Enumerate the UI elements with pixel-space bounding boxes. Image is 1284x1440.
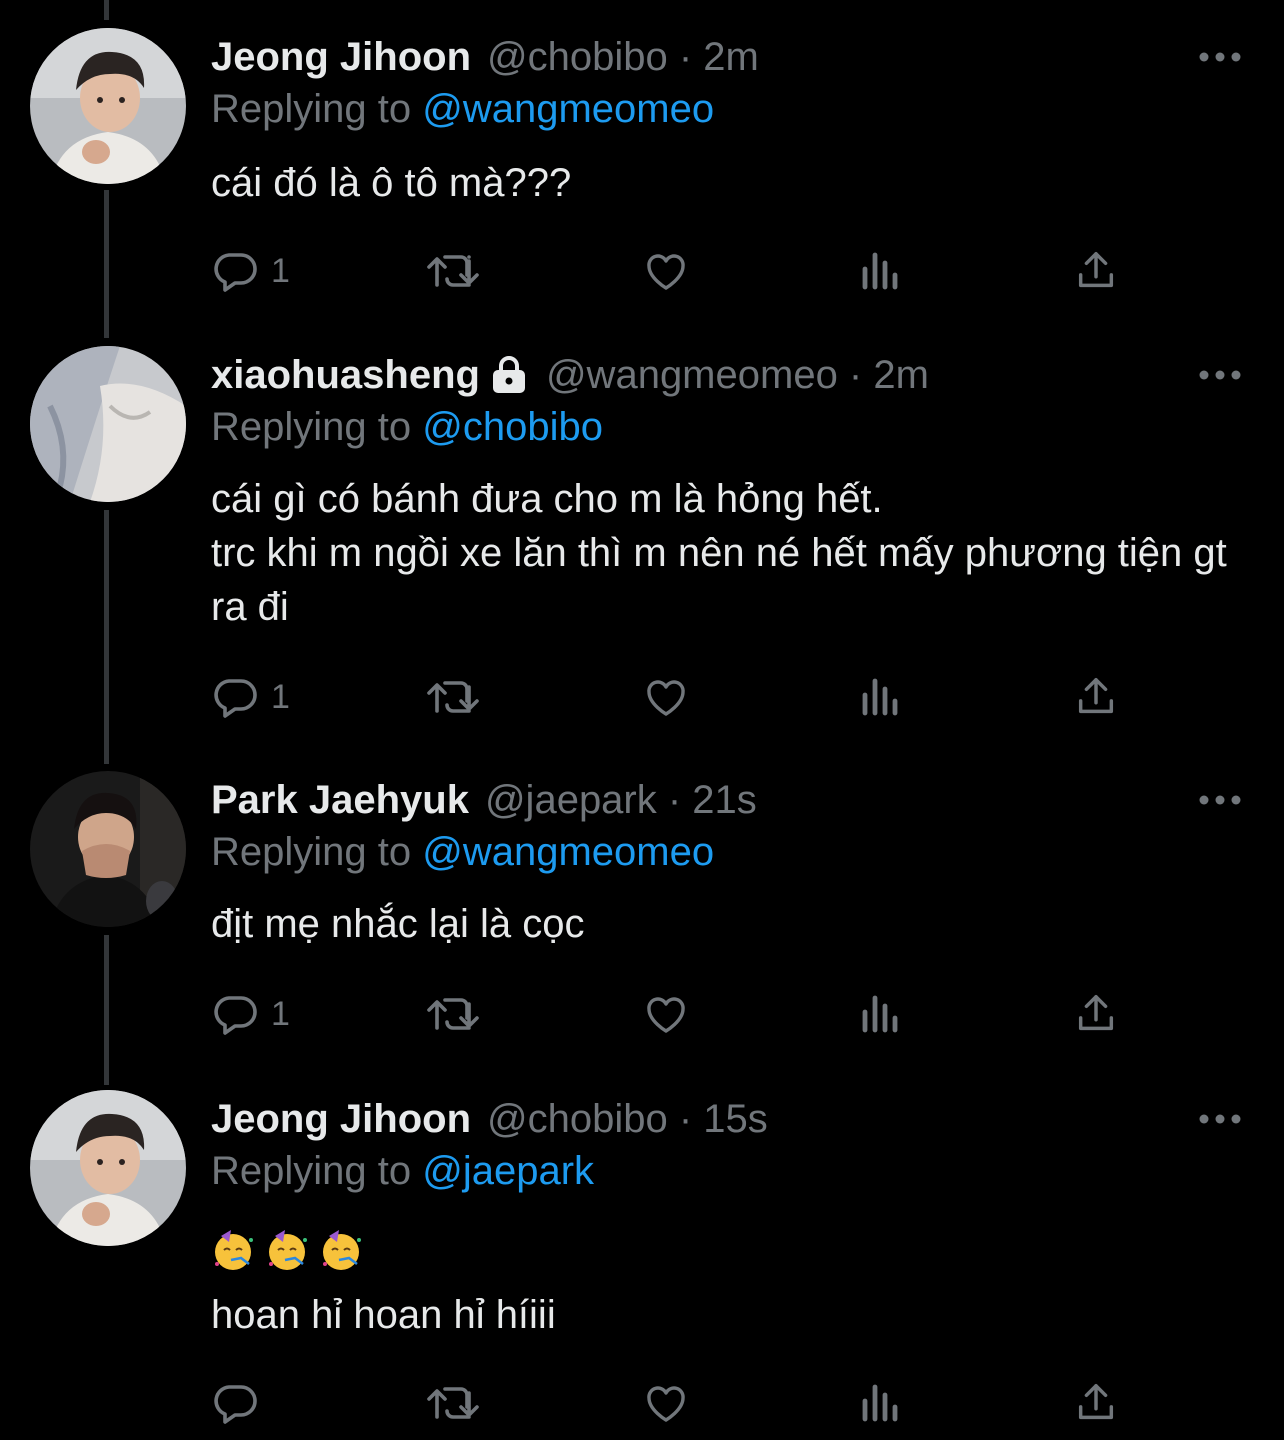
reply-button[interactable]: 1: [211, 989, 290, 1039]
views-button[interactable]: [859, 672, 903, 722]
tweet-text: địt mẹ nhắc lại là cọc: [211, 902, 585, 946]
retweet-button[interactable]: [425, 672, 481, 722]
share-icon: [1078, 252, 1114, 288]
reply-button[interactable]: 1: [211, 672, 290, 722]
tweet-header: Park Jaehyuk @jaepark · 21s: [211, 777, 757, 823]
share-button[interactable]: [1073, 989, 1119, 1039]
retweet-icon: [427, 1387, 479, 1419]
views-icon: [862, 678, 898, 716]
retweet-button[interactable]: [425, 1378, 481, 1428]
like-icon: [647, 997, 685, 1033]
avatar-image: [30, 346, 186, 502]
tweet[interactable]: xiaohuasheng @wangmeomeo · 2m Replying t…: [0, 346, 1284, 746]
handle-and-time[interactable]: @jaepark · 21s: [485, 777, 757, 823]
share-button[interactable]: [1073, 246, 1119, 296]
avatar[interactable]: [30, 1090, 186, 1246]
avatar[interactable]: [30, 771, 186, 927]
share-icon: [1078, 1384, 1114, 1420]
share-button[interactable]: [1073, 672, 1119, 722]
reply-count: 1: [271, 994, 290, 1033]
share-icon: [1078, 678, 1114, 714]
tweet-actions: 1: [211, 989, 1131, 1039]
replying-to-label: Replying to: [211, 405, 423, 449]
tweet[interactable]: Jeong Jihoon @chobibo · 15s Replying to …: [0, 1090, 1284, 1440]
reply-icon: [214, 996, 257, 1035]
reply-icon: [214, 1385, 257, 1424]
retweet-button[interactable]: [425, 989, 481, 1039]
display-name[interactable]: Park Jaehyuk: [211, 777, 469, 823]
partying-face-emoji: [323, 1230, 361, 1270]
reply-button[interactable]: [211, 1378, 271, 1428]
tweet-actions: [211, 1378, 1131, 1428]
reply-button[interactable]: 1: [211, 246, 290, 296]
tweet[interactable]: Jeong Jihoon @chobibo · 2m Replying to @…: [0, 28, 1284, 328]
like-icon: [647, 254, 685, 290]
views-button[interactable]: [859, 1378, 903, 1428]
partying-face-emoji: [215, 1230, 253, 1270]
reply-icon: [214, 253, 257, 292]
views-button[interactable]: [859, 989, 903, 1039]
like-button[interactable]: [641, 672, 691, 722]
avatar[interactable]: [30, 346, 186, 502]
tweet-actions: 1: [211, 246, 1131, 296]
display-name[interactable]: Jeong Jihoon: [211, 1096, 471, 1142]
replying-to-label: Replying to: [211, 87, 423, 131]
more-icon[interactable]: [1196, 360, 1244, 390]
tweet-header: Jeong Jihoon @chobibo · 15s: [211, 1096, 768, 1142]
tweet-text: cái gì có bánh đưa cho m là hỏng hết. tr…: [211, 477, 1227, 629]
replying-to-mention[interactable]: @chobibo: [422, 405, 603, 449]
thread-line: [104, 0, 109, 20]
tweet-header: Jeong Jihoon @chobibo · 2m: [211, 34, 759, 80]
like-button[interactable]: [641, 1378, 691, 1428]
tweet-text: cái đó là ô tô mà???: [211, 161, 572, 205]
share-icon: [1078, 995, 1114, 1031]
like-button[interactable]: [641, 989, 691, 1039]
reply-count: 1: [271, 677, 290, 716]
share-button[interactable]: [1073, 1378, 1119, 1428]
display-name[interactable]: Jeong Jihoon: [211, 34, 471, 80]
replying-to-label: Replying to: [211, 830, 423, 874]
views-icon: [862, 1384, 898, 1422]
handle-and-time[interactable]: @chobibo · 2m: [487, 34, 759, 80]
like-icon: [647, 1386, 685, 1422]
replying-to: Replying to @wangmeomeo: [211, 86, 714, 132]
retweet-icon: [427, 681, 479, 713]
retweet-button[interactable]: [425, 246, 481, 296]
reply-icon: [214, 679, 257, 718]
partying-face-emoji: [269, 1230, 307, 1270]
avatar-image: [30, 771, 186, 927]
replying-to-mention[interactable]: @wangmeomeo: [422, 830, 714, 874]
reply-count: 1: [271, 251, 290, 290]
replying-to: Replying to @wangmeomeo: [211, 829, 714, 875]
more-icon[interactable]: [1196, 785, 1244, 815]
lock-icon: [492, 356, 525, 393]
emoji-row: [211, 1228, 363, 1272]
tweet-actions: 1: [211, 672, 1131, 722]
views-button[interactable]: [859, 246, 903, 296]
avatar[interactable]: [30, 28, 186, 184]
replying-to-mention[interactable]: @wangmeomeo: [422, 87, 714, 131]
more-icon[interactable]: [1196, 42, 1244, 72]
handle-and-time[interactable]: @wangmeomeo · 2m: [546, 352, 929, 398]
avatar-image: [30, 28, 186, 184]
tweet[interactable]: Park Jaehyuk @jaepark · 21s Replying to …: [0, 771, 1284, 1071]
tweet-header: xiaohuasheng @wangmeomeo · 2m: [211, 352, 929, 398]
replying-to-label: Replying to: [211, 1149, 423, 1193]
views-icon: [862, 995, 898, 1033]
views-icon: [862, 252, 898, 290]
retweet-icon: [427, 998, 479, 1030]
avatar-image: [30, 1090, 186, 1246]
like-icon: [647, 680, 685, 716]
more-icon[interactable]: [1196, 1104, 1244, 1134]
handle-and-time[interactable]: @chobibo · 15s: [487, 1096, 768, 1142]
replying-to-mention[interactable]: @jaepark: [422, 1149, 594, 1193]
replying-to: Replying to @chobibo: [211, 404, 603, 450]
like-button[interactable]: [641, 246, 691, 296]
display-name[interactable]: xiaohuasheng: [211, 352, 480, 398]
tweet-text: hoan hỉ hoan hỉ híiii: [211, 1293, 556, 1337]
replying-to: Replying to @jaepark: [211, 1148, 594, 1194]
retweet-icon: [427, 255, 479, 287]
